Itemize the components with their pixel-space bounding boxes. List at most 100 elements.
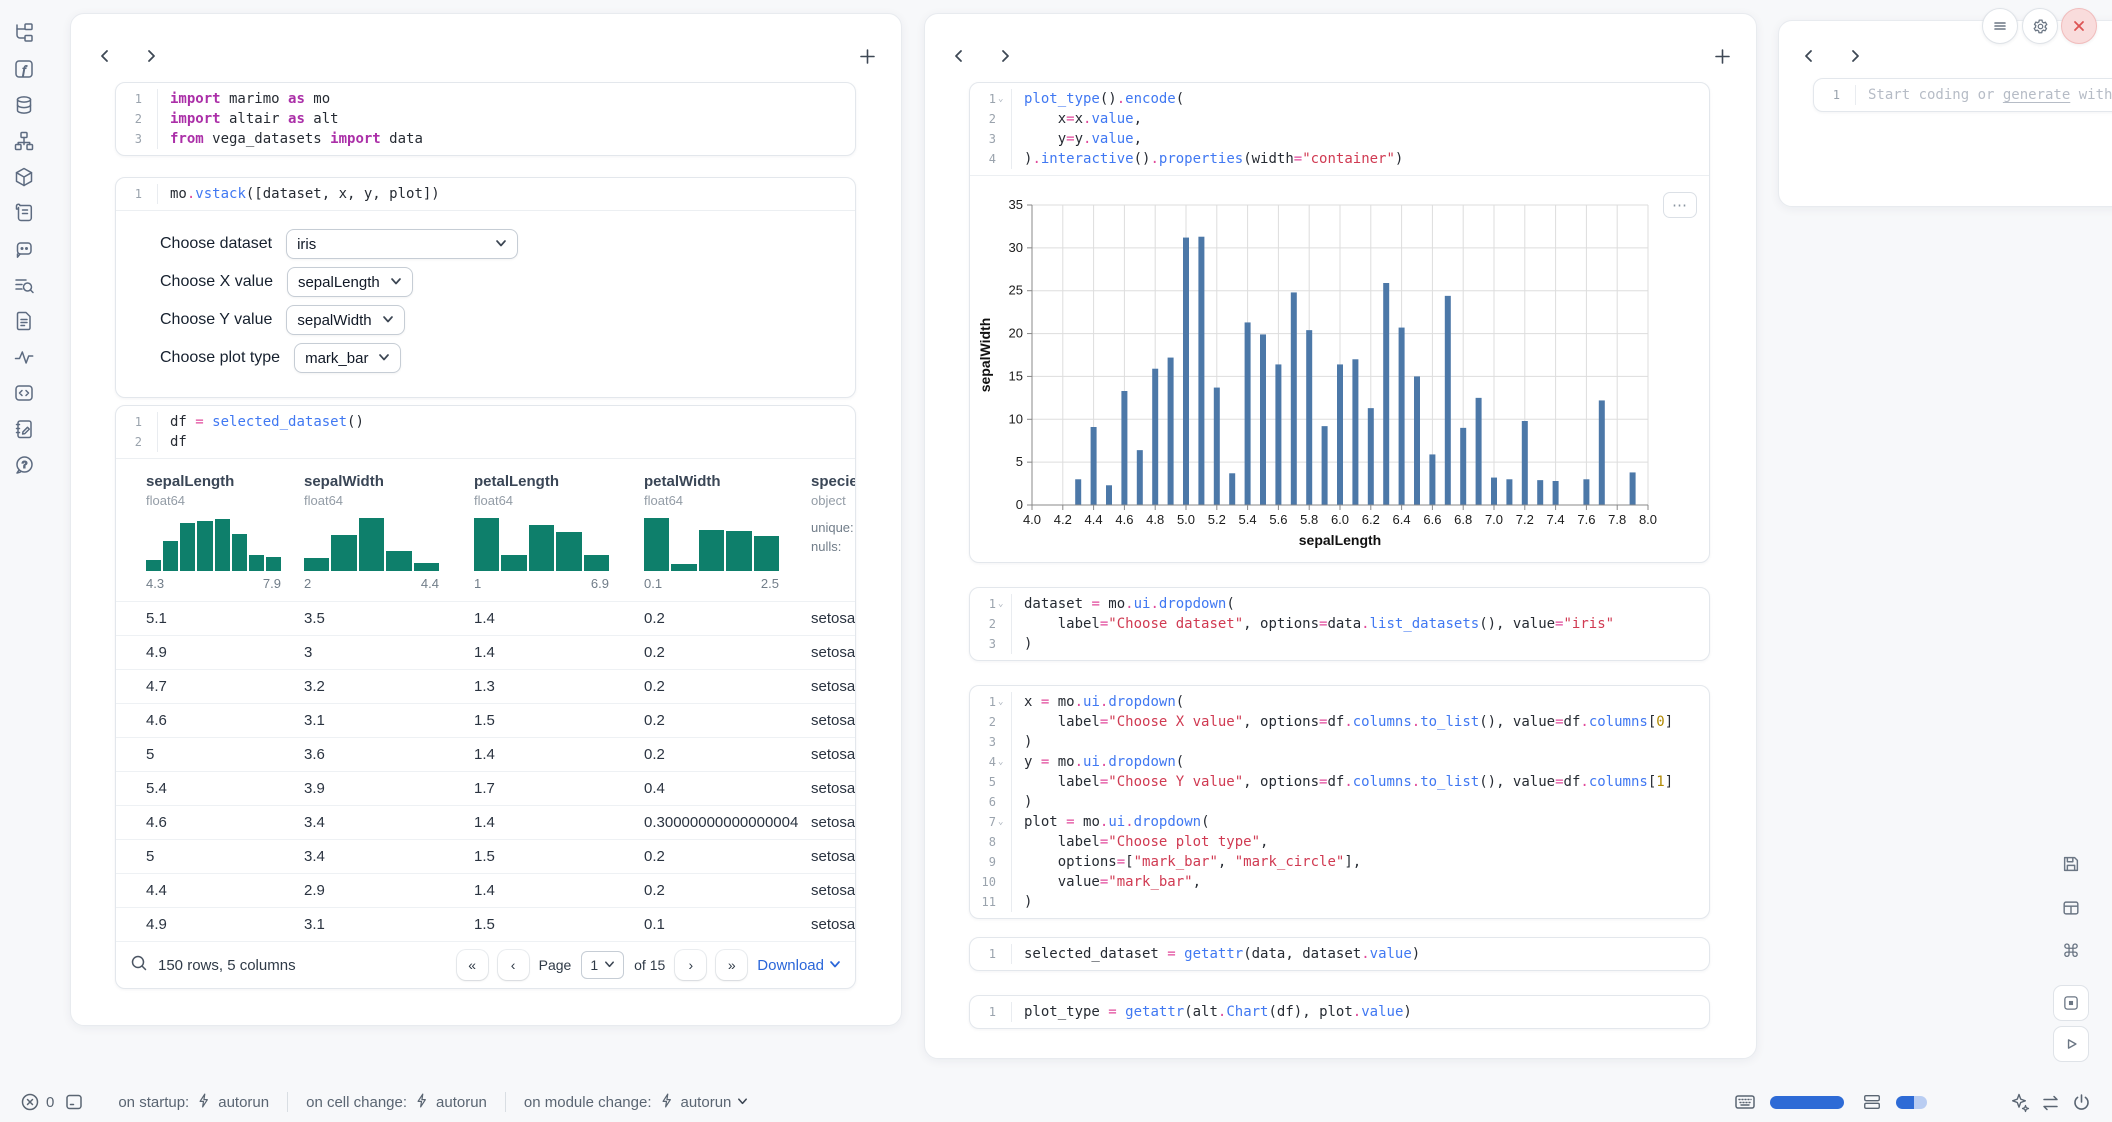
runtime-setting-1[interactable]: on cell change:autorun [306,1092,487,1113]
run-button[interactable] [2053,1026,2089,1062]
dropdown-select-choose-y-value[interactable]: sepalWidth [286,305,404,335]
first-page-button[interactable]: « [457,950,488,980]
chart-actions-button[interactable]: ⋯ [1663,192,1697,218]
snippets-icon[interactable] [12,382,36,404]
scroll-left-button[interactable] [947,44,971,68]
search-icon[interactable] [130,954,148,976]
table-cell: 1.4 [474,610,644,627]
column-header-petalLength[interactable]: petalLengthfloat6416.9 [474,473,644,591]
table-cell: 0.2 [644,610,811,627]
table-row[interactable]: 4.63.11.50.2setosa [116,703,855,737]
code-line: 7⌄plot = mo.ui.dropdown( [970,812,1709,832]
last-page-button[interactable]: » [716,950,747,980]
trace-search-icon[interactable] [12,274,36,296]
notebook-cell[interactable]: 1mo.vstack([dataset, x, y, plot]) Choose … [115,177,856,398]
notebook-cell[interactable]: 1⌄x = mo.ui.dropdown(2 label="Choose X v… [969,685,1710,919]
scroll-left-button[interactable] [93,44,117,68]
column-header-sepalWidth[interactable]: sepalWidthfloat6424.4 [304,473,474,591]
memory-icon[interactable] [1862,1092,1882,1112]
add-cell-button[interactable] [1710,44,1734,68]
code-editor[interactable]: 1⌄x = mo.ui.dropdown(2 label="Choose X v… [970,686,1709,918]
column-header-species[interactable]: speciesobjectunique:nulls: [811,473,855,591]
sitemap-icon[interactable] [12,130,36,152]
code-editor[interactable]: 1Start coding or generate with [1814,79,2112,111]
activity-icon[interactable] [12,346,36,368]
script-icon[interactable] [12,202,36,224]
table-row[interactable]: 53.41.50.2setosa [116,839,855,873]
code-editor[interactable]: 1import marimo as mo2import altair as al… [116,83,855,155]
code-editor[interactable]: 1mo.vstack([dataset, x, y, plot]) [116,178,855,210]
notebook-cell[interactable]: 1import marimo as mo2import altair as al… [115,82,856,156]
download-link[interactable]: Download [757,957,841,974]
swap-icon[interactable] [2040,1092,2061,1113]
notebook-cell[interactable]: 1df = selected_dataset()2df sepalLengthfl… [115,405,856,989]
keyboard-icon[interactable] [1734,1091,1756,1113]
column-header-petalWidth[interactable]: petalWidthfloat640.12.5 [644,473,811,591]
package-icon[interactable] [12,166,36,188]
notebook-cell[interactable]: 1selected_dataset = getattr(data, datase… [969,937,1710,971]
table-cell: 3.9 [304,780,474,797]
ai-sparkle-icon[interactable] [2009,1092,2030,1113]
notebook-cell[interactable]: 1Start coding or generate with [1813,78,2112,112]
code-editor[interactable]: 1⌄plot_type().encode(2 x=x.value,3 y=y.v… [970,83,1709,175]
altair-bar-chart[interactable]: 051015202530354.04.24.44.64.85.05.25.45.… [970,176,1709,562]
table-row[interactable]: 4.93.11.50.1setosa [116,907,855,941]
code-editor[interactable]: 1df = selected_dataset()2df [116,406,855,458]
column-header-sepalLength[interactable]: sepalLengthfloat644.37.9 [146,473,304,591]
previous-page-button[interactable]: ‹ [498,950,529,980]
table-cell: setosa [811,848,855,865]
scroll-right-button[interactable] [1843,44,1867,68]
table-row[interactable]: 53.61.40.2setosa [116,737,855,771]
code-text: selected_dataset = getattr(data, dataset… [1012,944,1420,964]
table-cell: 5.4 [146,780,304,797]
scroll-right-button[interactable] [139,44,163,68]
table-row[interactable]: 4.42.91.40.2setosa [116,873,855,907]
column-type: float64 [146,493,304,508]
close-button[interactable] [2061,8,2097,44]
dropdown-select-choose-plot-type[interactable]: mark_bar [294,343,401,373]
scroll-left-button[interactable] [1797,44,1821,68]
table-row[interactable]: 5.43.91.70.4setosa [116,771,855,805]
document-icon[interactable] [12,310,36,332]
table-row[interactable]: 4.931.40.2setosa [116,635,855,669]
notebook-cell[interactable]: 1⌄plot_type().encode(2 x=x.value,3 y=y.v… [969,82,1710,563]
minimap-button[interactable] [2053,985,2089,1021]
power-icon[interactable] [2071,1092,2092,1113]
scratchpad-icon[interactable] [12,418,36,440]
settings-button[interactable] [2022,8,2058,44]
page-select[interactable]: 1 [581,951,624,979]
usage-bar-secondary[interactable] [1896,1096,1927,1109]
function-icon[interactable]: f [12,58,36,80]
table-row[interactable]: 4.73.21.30.2setosa [116,669,855,703]
table-cell: 3.2 [304,678,474,695]
terminal-icon[interactable] [64,1092,84,1112]
save-button[interactable] [2053,846,2089,882]
code-editor[interactable]: 1selected_dataset = getattr(data, datase… [970,938,1709,970]
code-editor[interactable]: 1plot_type = getattr(alt.Chart(df), plot… [970,996,1709,1028]
chatbot-icon[interactable] [12,238,36,260]
database-icon[interactable] [12,94,36,116]
next-page-button[interactable]: › [675,950,706,980]
layout-panel-button[interactable] [2053,890,2089,926]
file-tree-icon[interactable] [12,22,36,44]
runtime-setting-2[interactable]: on module change:autorun [524,1092,748,1113]
table-row[interactable]: 5.13.51.40.2setosa [116,601,855,635]
usage-bar-primary[interactable] [1770,1096,1844,1109]
dropdown-select-choose-x-value[interactable]: sepalLength [287,267,413,297]
error-count-badge[interactable]: 0 [20,1092,54,1112]
runtime-setting-0[interactable]: on startup:autorun [118,1092,269,1113]
control-label: Choose dataset [160,235,272,253]
add-cell-button[interactable] [855,44,879,68]
scroll-right-button[interactable] [993,44,1017,68]
notebook-cell[interactable]: 1⌄dataset = mo.ui.dropdown(2 label="Choo… [969,587,1710,661]
dropdown-select-choose-dataset[interactable]: iris [286,229,518,259]
keyboard-shortcuts-button[interactable]: ⌘ [2053,933,2089,969]
bar-x-5.4 [1245,322,1251,505]
table-row[interactable]: 4.63.41.40.30000000000000004setosa [116,805,855,839]
histogram-bar [249,555,264,571]
menu-button[interactable] [1982,8,2018,44]
notebook-cell[interactable]: 1plot_type = getattr(alt.Chart(df), plot… [969,995,1710,1029]
code-editor[interactable]: 1⌄dataset = mo.ui.dropdown(2 label="Choo… [970,588,1709,660]
table-cell: 4.7 [146,678,304,695]
help-icon[interactable]: ? [12,454,36,476]
